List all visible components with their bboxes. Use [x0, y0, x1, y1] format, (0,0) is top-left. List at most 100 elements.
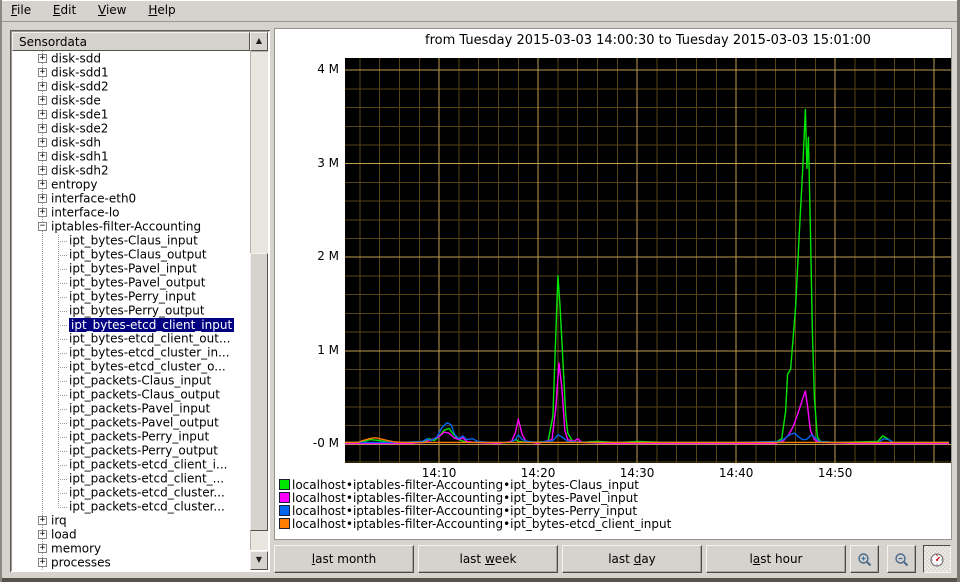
tree-item-processes[interactable]: + processes [12, 555, 250, 570]
zoom-in-button[interactable] [850, 545, 879, 573]
tree-item-label: ipt_packets-Perry_input [69, 429, 210, 444]
scroll-up-button[interactable]: ▲ [250, 32, 268, 51]
expand-expander-icon[interactable]: + [38, 96, 47, 105]
tree-item-ipt-bytes-perry-output[interactable]: ipt_bytes-Perry_output [12, 303, 250, 318]
tree-item-label: disk-sde [51, 93, 101, 108]
tree-item-irq[interactable]: + irq [12, 513, 250, 528]
tree-item-ipt-bytes-claus-input[interactable]: ipt_bytes-Claus_input [12, 233, 250, 248]
expand-expander-icon[interactable]: + [38, 110, 47, 119]
x-tick-label: 14:40 [718, 466, 754, 480]
tree-item-ipt-bytes-etcd-client-out-[interactable]: ipt_bytes-etcd_client_out... [12, 331, 250, 346]
y-tick-label: 2 M [317, 249, 339, 264]
tree-item-ipt-bytes-pavel-output[interactable]: ipt_bytes-Pavel_output [12, 275, 250, 290]
expand-expander-icon[interactable]: + [38, 180, 47, 189]
chart-panel: from Tuesday 2015-03-03 14:00:30 to Tues… [274, 28, 952, 540]
tree-item-label: ipt_packets-Perry_output [69, 443, 218, 458]
expand-expander-icon[interactable]: + [38, 166, 47, 175]
last-month-button[interactable]: last month [274, 545, 414, 573]
plot-area[interactable] [345, 58, 951, 463]
last-day-button[interactable]: last day [562, 545, 702, 573]
tree-item-interface-eth0[interactable]: + interface-eth0 [12, 191, 250, 206]
tree-item-label: ipt_packets-etcd_cluster... [69, 499, 225, 514]
expand-expander-icon[interactable]: + [38, 82, 47, 91]
tree-column-header[interactable]: Sensordata [12, 32, 250, 51]
tree-item-ipt-bytes-pavel-input[interactable]: ipt_bytes-Pavel_input [12, 261, 250, 276]
tree-item-interface-lo[interactable]: + interface-lo [12, 205, 250, 220]
tree-item-disk-sde[interactable]: + disk-sde [12, 93, 250, 108]
tree-item-label: memory [51, 541, 102, 556]
tree-item-iptables-filter-accounting[interactable]: − iptables-filter-Accounting [12, 219, 250, 234]
tree-item-ipt-packets-perry-input[interactable]: ipt_packets-Perry_input [12, 429, 250, 444]
y-tick-label: 1 M [317, 342, 339, 357]
tree-item-label: ipt_packets-etcd_client_i... [69, 457, 228, 472]
tree-branch-line [58, 282, 67, 284]
tree-branch-line [58, 338, 67, 340]
tree-branch-line [58, 422, 67, 424]
last-week-button[interactable]: last week [418, 545, 558, 573]
tree-item-ipt-packets-etcd-client-[interactable]: ipt_packets-etcd_client_... [12, 471, 250, 486]
expand-expander-icon[interactable]: + [38, 530, 47, 539]
tree-item-ipt-bytes-perry-input[interactable]: ipt_bytes-Perry_input [12, 289, 250, 304]
zoom-out-icon [894, 553, 908, 567]
tree-item-label: ipt_bytes-Claus_input [69, 233, 198, 248]
expand-expander-icon[interactable]: + [38, 138, 47, 147]
y-tick-label: 3 M [317, 155, 339, 170]
expand-expander-icon[interactable]: + [38, 516, 47, 525]
tree-item-label: interface-eth0 [51, 191, 137, 206]
expand-expander-icon[interactable]: + [38, 68, 47, 77]
tree-item-ipt-packets-claus-output[interactable]: ipt_packets-Claus_output [12, 387, 250, 402]
tree-item-ipt-packets-etcd-cluster-[interactable]: ipt_packets-etcd_cluster... [12, 485, 250, 500]
tree-item-memory[interactable]: + memory [12, 541, 250, 556]
tree-item-ipt-packets-etcd-cluster-[interactable]: ipt_packets-etcd_cluster... [12, 499, 250, 514]
plot-svg [345, 58, 951, 463]
tree-item-label: ipt_bytes-etcd_cluster_in... [69, 345, 230, 360]
expand-expander-icon[interactable]: + [38, 208, 47, 217]
label-part: last [608, 552, 634, 566]
x-tick-label: 14:50 [817, 466, 853, 480]
legend-label: localhost•iptables-filter-Accounting•ipt… [292, 491, 638, 505]
tree-item-load[interactable]: + load [12, 527, 250, 542]
tree-item-disk-sdd[interactable]: + disk-sdd [12, 51, 250, 66]
tree-item-entropy[interactable]: + entropy [12, 177, 250, 192]
tree-item-label: disk-sde2 [51, 121, 109, 136]
tree-item-ipt-packets-pavel-input[interactable]: ipt_packets-Pavel_input [12, 401, 250, 416]
menu-edit[interactable]: Edit [44, 0, 85, 19]
tree-item-disk-sdh1[interactable]: + disk-sdh1 [12, 149, 250, 164]
tree-item-ipt-packets-pavel-output[interactable]: ipt_packets-Pavel_output [12, 415, 250, 430]
window-bottom-edge [2, 578, 957, 582]
scroll-down-button[interactable]: ▼ [250, 551, 268, 570]
tree-item-ipt-packets-perry-output[interactable]: ipt_packets-Perry_output [12, 443, 250, 458]
tree-item-ipt-packets-claus-input[interactable]: ipt_packets-Claus_input [12, 373, 250, 388]
menu-help[interactable]: Help [139, 0, 184, 19]
tree-item-disk-sde1[interactable]: + disk-sde1 [12, 107, 250, 122]
expand-expander-icon[interactable]: + [38, 544, 47, 553]
collapse-expander-icon[interactable]: − [38, 222, 47, 231]
expand-expander-icon[interactable]: + [38, 194, 47, 203]
menu-view[interactable]: View [89, 0, 135, 19]
tree-item-ipt-bytes-etcd-client-input[interactable]: ipt_bytes-etcd_client_input [12, 317, 250, 332]
expand-expander-icon[interactable]: + [38, 124, 47, 133]
legend-row: localhost•iptables-filter-Accounting•ipt… [279, 518, 671, 531]
expand-expander-icon[interactable]: + [38, 558, 47, 567]
scrollbar-thumb[interactable] [250, 253, 268, 531]
zoom-out-button[interactable] [887, 545, 916, 573]
legend-label: localhost•iptables-filter-Accounting•ipt… [292, 504, 638, 518]
menu-file[interactable]: File [2, 0, 40, 19]
tree-item-disk-sdd2[interactable]: + disk-sdd2 [12, 79, 250, 94]
time-range-toggle-button[interactable] [923, 545, 951, 573]
expand-expander-icon[interactable]: + [38, 152, 47, 161]
expand-expander-icon[interactable]: + [38, 54, 47, 63]
tree-branch-line [58, 324, 67, 326]
tree-item-ipt-bytes-etcd-cluster-o-[interactable]: ipt_bytes-etcd_cluster_o... [12, 359, 250, 374]
tree-item-label: ipt_bytes-etcd_cluster_o... [69, 359, 226, 374]
tree-item-label-selected: ipt_bytes-etcd_client_input [69, 317, 235, 332]
tree-item-disk-sdh2[interactable]: + disk-sdh2 [12, 163, 250, 178]
tree-item-ipt-bytes-etcd-cluster-in-[interactable]: ipt_bytes-etcd_cluster_in... [12, 345, 250, 360]
tree-item-disk-sdh[interactable]: + disk-sdh [12, 135, 250, 150]
tree-item-disk-sde2[interactable]: + disk-sde2 [12, 121, 250, 136]
tree-item-disk-sdd1[interactable]: + disk-sdd1 [12, 65, 250, 80]
tree-item-ipt-packets-etcd-client-i-[interactable]: ipt_packets-etcd_client_i... [12, 457, 250, 472]
last-hour-button[interactable]: last hour [706, 545, 846, 573]
tree-item-ipt-bytes-claus-output[interactable]: ipt_bytes-Claus_output [12, 247, 250, 262]
tree-branch-line [58, 450, 67, 452]
